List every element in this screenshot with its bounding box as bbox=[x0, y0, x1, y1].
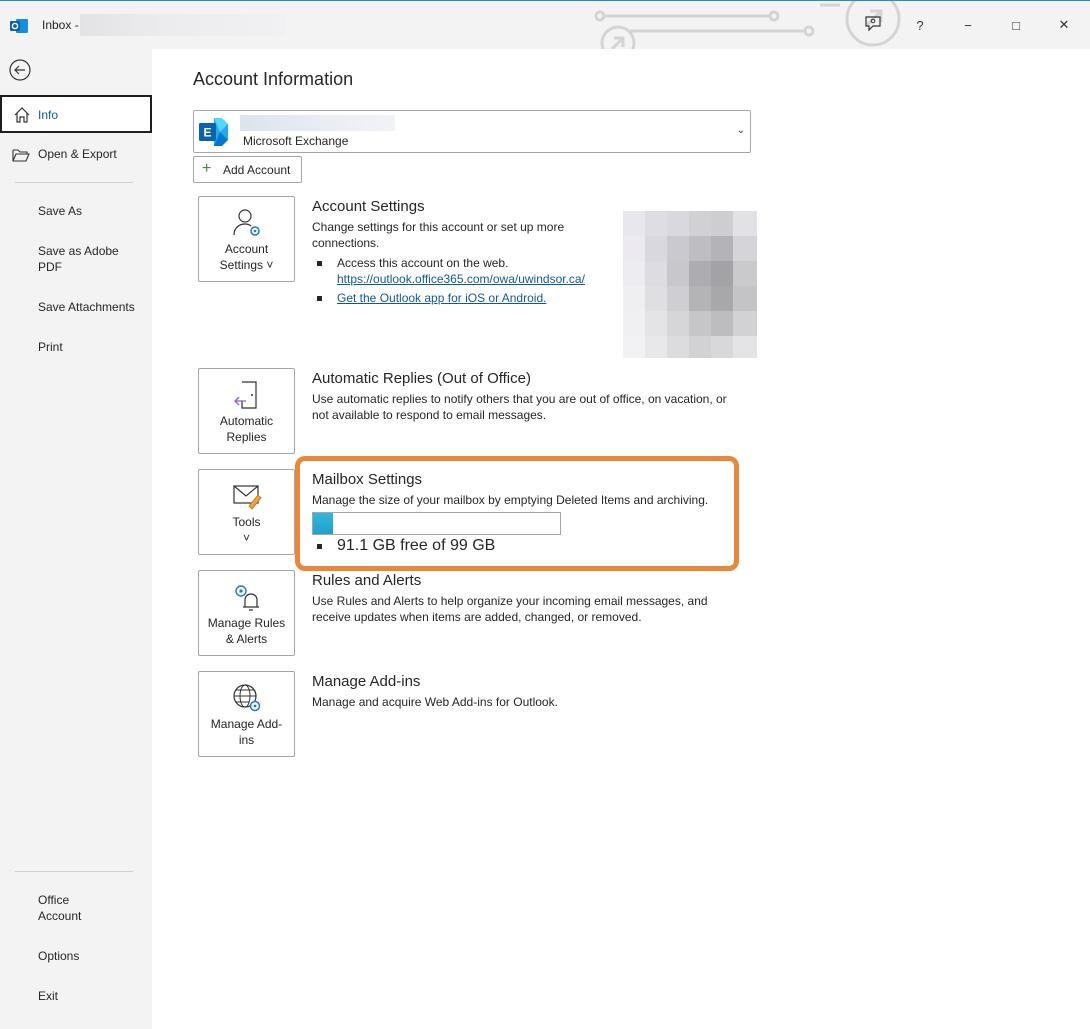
account-type: Microsoft Exchange bbox=[243, 134, 349, 148]
tile-label: Account Settings ˅ bbox=[219, 242, 274, 272]
minimize-button[interactable]: − bbox=[951, 9, 985, 41]
profile-photo bbox=[623, 211, 757, 358]
section-description: Change settings for this account or set … bbox=[312, 220, 565, 250]
bullet-text: Access this account on the web. bbox=[337, 256, 509, 270]
back-arrow-icon[interactable] bbox=[9, 59, 31, 81]
sidebar-item-open-export[interactable]: Open & Export bbox=[0, 146, 152, 168]
redacted-email bbox=[240, 115, 395, 131]
title-bar: Inbox - ? − □ ✕ bbox=[0, 0, 1090, 50]
sidebar-item-label: Info bbox=[38, 108, 59, 122]
quota-value: 91.1 GB free of 99 GB bbox=[337, 537, 496, 554]
tile-label: Manage Rules & Alerts bbox=[207, 616, 286, 646]
sidebar-item-exit[interactable]: Exit bbox=[38, 988, 138, 1004]
sidebar-item-label: Open & Export bbox=[38, 147, 117, 161]
rules-alerts-section: Rules and Alerts Use Rules and Alerts to… bbox=[312, 572, 742, 625]
section-heading: Rules and Alerts bbox=[312, 572, 422, 589]
window-title: Inbox - bbox=[42, 18, 79, 32]
add-account-label: Add Account bbox=[223, 163, 291, 177]
gear-bell-icon bbox=[235, 585, 259, 611]
help-button[interactable]: ? bbox=[903, 9, 937, 41]
bullet-item: Access this account on the web. https://… bbox=[312, 255, 585, 287]
manage-addins-section: Manage Add-ins Manage and acquire Web Ad… bbox=[312, 673, 742, 710]
account-settings-button[interactable]: Account Settings ˅ bbox=[198, 196, 295, 282]
manage-rules-alerts-button[interactable]: Manage Rules & Alerts bbox=[198, 570, 295, 656]
quota-text: 91.1 GB free of 99 GB bbox=[312, 538, 572, 554]
plus-icon: + bbox=[202, 160, 212, 177]
sidebar-item-options[interactable]: Options bbox=[38, 948, 138, 964]
sidebar-item-save-adobe-pdf[interactable]: Save as Adobe PDF bbox=[38, 243, 138, 275]
person-gear-icon bbox=[233, 209, 260, 236]
section-description: Use Rules and Alerts to help organize yo… bbox=[312, 594, 708, 624]
quota-fill bbox=[313, 513, 333, 534]
owa-web-link[interactable]: https://outlook.office365.com/owa/uwinds… bbox=[337, 272, 585, 286]
add-account-button[interactable]: + Add Account bbox=[193, 156, 302, 183]
maximize-button[interactable]: □ bbox=[999, 9, 1033, 41]
mailbox-tools-icon bbox=[233, 485, 262, 510]
tile-label: Manage Add-ins bbox=[210, 717, 283, 747]
svg-text:E: E bbox=[203, 126, 211, 140]
section-heading: Account Settings bbox=[312, 198, 425, 215]
bullet-item: Get the Outlook app for iOS or Android. bbox=[312, 290, 585, 306]
chevron-down-icon: ˅ bbox=[242, 531, 250, 545]
section-heading: Automatic Replies (Out of Office) bbox=[312, 370, 531, 387]
feedback-icon[interactable] bbox=[864, 15, 882, 33]
sidebar-item-save-attachments[interactable]: Save Attachments bbox=[38, 299, 138, 315]
automatic-replies-section: Automatic Replies (Out of Office) Use au… bbox=[312, 370, 742, 423]
chevron-down-icon: ⌄ bbox=[736, 125, 745, 136]
outlook-app-icon bbox=[10, 19, 28, 33]
door-arrow-icon bbox=[234, 381, 257, 409]
folder-open-icon bbox=[12, 149, 30, 162]
section-description: Manage and acquire Web Add-ins for Outlo… bbox=[312, 695, 558, 709]
tile-label: Automatic Replies bbox=[219, 414, 274, 444]
tools-label: Tools bbox=[232, 515, 261, 529]
mailbox-quota-bar bbox=[312, 512, 561, 535]
account-settings-section: Account Settings Change settings for thi… bbox=[312, 198, 585, 309]
section-heading: Manage Add-ins bbox=[312, 673, 421, 690]
sidebar-divider bbox=[15, 182, 133, 183]
sidebar-item-save-as[interactable]: Save As bbox=[38, 203, 138, 219]
exchange-icon: E bbox=[199, 118, 228, 146]
account-info-panel: Account Information E Microsoft Exchange… bbox=[152, 49, 1090, 1029]
sidebar-item-print[interactable]: Print bbox=[38, 339, 138, 355]
mailbox-quota-area: 91.1 GB free of 99 GB bbox=[312, 479, 572, 579]
section-description: Use automatic replies to notify others t… bbox=[312, 392, 727, 422]
close-button[interactable]: ✕ bbox=[1047, 9, 1081, 41]
automatic-replies-button[interactable]: Automatic Replies bbox=[198, 368, 295, 454]
tools-button[interactable]: Tools ˅ bbox=[198, 469, 295, 555]
tile-label: Tools ˅ bbox=[199, 514, 294, 546]
account-selector[interactable]: E Microsoft Exchange ⌄ bbox=[193, 110, 751, 153]
globe-gear-icon bbox=[233, 684, 261, 712]
manage-addins-button[interactable]: Manage Add-ins bbox=[198, 671, 295, 757]
sidebar-divider bbox=[15, 871, 133, 872]
home-icon bbox=[14, 107, 30, 123]
outlook-app-link[interactable]: Get the Outlook app for iOS or Android. bbox=[337, 291, 546, 305]
redacted-account-name bbox=[80, 14, 285, 36]
page-title: Account Information bbox=[193, 69, 354, 89]
sidebar-item-office-account[interactable]: Office Account bbox=[38, 892, 98, 924]
sidebar-item-info[interactable]: Info bbox=[0, 95, 152, 133]
backstage-sidebar: Info Open & Export Save As Save as Adobe… bbox=[0, 49, 152, 1029]
